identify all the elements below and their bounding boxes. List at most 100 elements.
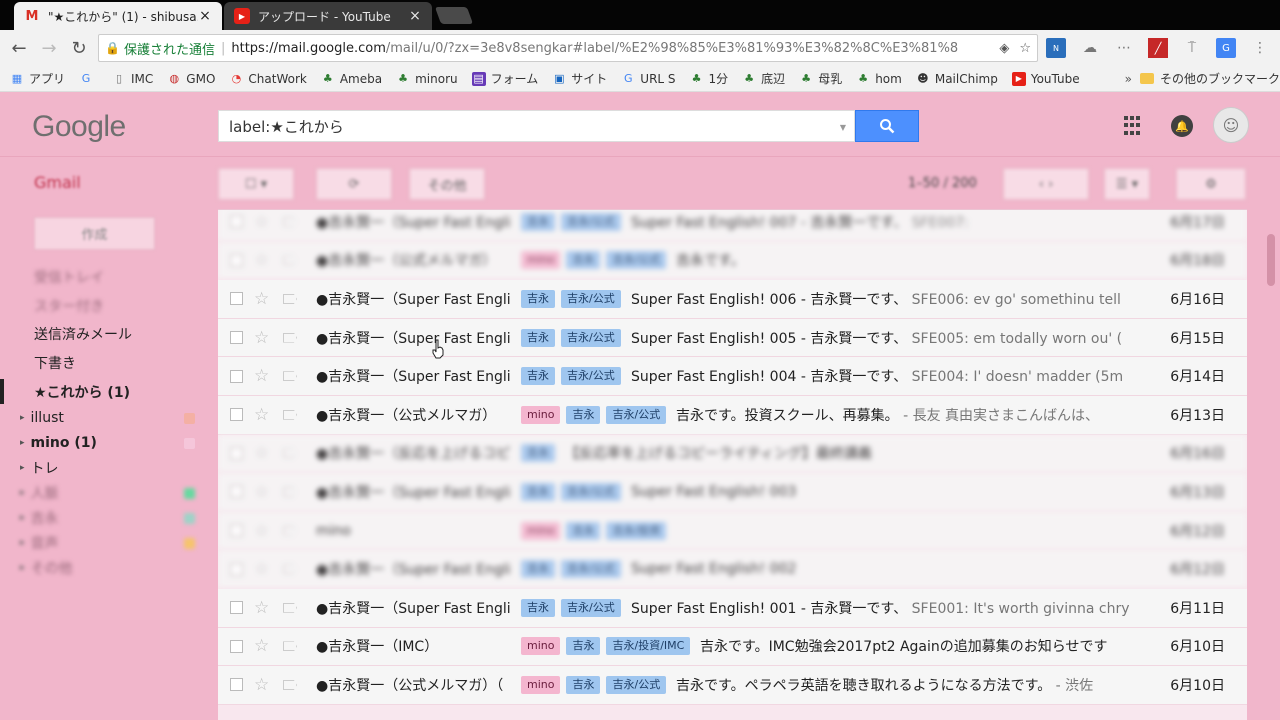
importance-marker-icon[interactable]: [283, 602, 297, 613]
importance-marker-icon[interactable]: [283, 255, 297, 266]
view-icon[interactable]: ◈: [999, 41, 1009, 56]
label-chip[interactable]: 吉永: [521, 367, 555, 386]
pager-prev-next[interactable]: ‹ ›: [1003, 168, 1089, 200]
translate-icon[interactable]: G: [1216, 38, 1236, 58]
notification-bell-icon[interactable]: 🔔: [1171, 115, 1193, 137]
expand-arrow-icon[interactable]: ▸: [20, 463, 25, 473]
sidebar-label-item[interactable]: ▸ illust: [0, 406, 218, 431]
label-chip[interactable]: 吉永: [566, 251, 601, 270]
row-checkbox[interactable]: [230, 292, 243, 306]
star-icon[interactable]: ☆: [254, 366, 269, 386]
star-icon[interactable]: ☆: [254, 521, 269, 541]
star-icon[interactable]: ☆: [254, 405, 269, 425]
label-color-swatch[interactable]: [184, 512, 195, 524]
expand-arrow-icon[interactable]: ▸: [20, 413, 25, 423]
bookmark-item[interactable]: ♣ 1分: [690, 70, 729, 87]
label-chip[interactable]: 吉永/公式: [561, 289, 621, 308]
label-chip[interactable]: 吉永: [521, 444, 555, 463]
bookmark-item[interactable]: ◔ ChatWork: [229, 72, 307, 86]
star-icon[interactable]: ☆: [254, 598, 269, 618]
star-icon[interactable]: ☆: [254, 443, 269, 463]
email-row[interactable]: ☆ ●吉永賢一（反応を上げるコピ 吉永 【反応率を上げるコピーライティング】最終講義 …: [218, 434, 1247, 474]
label-chip[interactable]: 吉永/公式: [606, 675, 667, 694]
email-row[interactable]: ☆ ●吉永賢一（Super Fast Engli 吉永 吉永/公式 Super Fast…: [218, 473, 1247, 512]
tab-youtube[interactable]: ▶ アップロード - YouTube ×: [224, 2, 432, 30]
row-checkbox[interactable]: [230, 639, 243, 653]
star-icon[interactable]: ☆: [254, 559, 269, 579]
sidebar-label-item[interactable]: ▸ その他: [0, 556, 218, 581]
bookmark-item[interactable]: ◍ GMO: [167, 72, 215, 86]
address-bar[interactable]: 🔒 保護された通信 | https://mail.google.com /mai…: [98, 34, 1038, 62]
row-checkbox[interactable]: [230, 215, 243, 229]
row-checkbox[interactable]: [230, 331, 243, 345]
label-chip[interactable]: 吉永/公式: [561, 598, 621, 617]
sidebar-item[interactable]: 送信済みメール: [0, 320, 218, 349]
label-chip[interactable]: mino: [521, 405, 561, 424]
star-icon[interactable]: ☆: [254, 636, 269, 656]
new-tab-button[interactable]: [434, 7, 474, 24]
menu-icon[interactable]: ⋮: [1250, 38, 1270, 58]
email-row[interactable]: ☆ ●吉永賢一（Super Fast Engli 吉永 吉永/公式 Super Fast…: [218, 550, 1247, 589]
label-chip[interactable]: 吉永/投資: [606, 521, 667, 540]
email-row[interactable]: ☆ ●吉永賢一（Super Fast Engli 吉永 吉永/公式 Super Fast…: [218, 210, 1247, 242]
importance-marker-icon[interactable]: [283, 409, 297, 420]
email-row[interactable]: ☆ ●吉永賢一（Super Fast Engli 吉永 吉永/公式 Super Fast…: [218, 280, 1247, 319]
label-chip[interactable]: 吉永: [521, 560, 555, 579]
label-chip[interactable]: 吉永/公式: [561, 482, 621, 501]
pin-icon[interactable]: ⍑: [1182, 38, 1202, 58]
back-button[interactable]: ←: [4, 33, 34, 63]
importance-marker-icon[interactable]: [283, 679, 297, 690]
forward-button[interactable]: →: [34, 33, 64, 63]
avatar[interactable]: ☺: [1213, 107, 1249, 143]
star-icon[interactable]: ☆: [254, 328, 269, 348]
importance-marker-icon[interactable]: [283, 641, 297, 652]
label-chip[interactable]: mino: [521, 521, 561, 540]
importance-marker-icon[interactable]: [283, 332, 297, 343]
label-chip[interactable]: 吉永/公式: [606, 251, 667, 270]
star-icon[interactable]: ☆: [254, 675, 269, 695]
reload-button[interactable]: ↻: [64, 33, 94, 63]
importance-marker-icon[interactable]: [283, 293, 297, 304]
email-row[interactable]: ☆ ●吉永賢一（IMC） mino 吉永 吉永/投資/IMC 吉永です。IMC勉強会201…: [218, 627, 1247, 667]
email-row[interactable]: ☆ ●吉永賢一（公式メルマガ） mino 吉永 吉永/公式 吉永です。 6月18日: [218, 241, 1247, 281]
scrollbar[interactable]: [1267, 234, 1275, 286]
refresh-button[interactable]: ⟳: [316, 168, 392, 200]
bookmark-item[interactable]: ♣ Ameba: [321, 72, 382, 86]
compose-button[interactable]: 作成: [34, 217, 155, 250]
email-row[interactable]: ☆ ●吉永賢一（公式メルマガ） mino 吉永 吉永/公式 吉永です。投資スクール、再募集…: [218, 396, 1247, 435]
email-row[interactable]: ☆ ●吉永賢一（公式メルマガ）（ mino 吉永 吉永/公式 吉永です。ペラペラ英語を聴き…: [218, 666, 1247, 705]
expand-arrow-icon[interactable]: ▸: [20, 488, 25, 498]
row-checkbox[interactable]: [230, 524, 243, 538]
row-checkbox[interactable]: [230, 408, 243, 422]
label-chip[interactable]: 吉永/公式: [561, 560, 621, 579]
row-checkbox[interactable]: [230, 601, 243, 615]
label-chip[interactable]: 吉永: [566, 675, 601, 694]
tab-gmail[interactable]: M "★これから" (1) - shibusa.i ×: [14, 2, 222, 30]
label-chip[interactable]: 吉永: [521, 328, 555, 347]
row-checkbox[interactable]: [230, 485, 243, 499]
label-chip[interactable]: 吉永/公式: [606, 405, 667, 424]
sidebar-label-item[interactable]: ▸ 人脈: [0, 481, 218, 506]
more-bookmarks-button[interactable]: »: [1125, 72, 1132, 86]
apps-grid-icon[interactable]: [1124, 116, 1144, 136]
row-checkbox[interactable]: [230, 253, 243, 267]
row-checkbox[interactable]: [230, 678, 243, 692]
search-input[interactable]: label:★これから ▼: [218, 110, 855, 142]
label-chip[interactable]: 吉永: [566, 521, 601, 540]
close-icon[interactable]: ×: [408, 8, 422, 24]
importance-marker-icon[interactable]: [283, 525, 297, 536]
label-color-swatch[interactable]: [184, 537, 195, 549]
sidebar-item[interactable]: ★これから (1): [0, 377, 218, 406]
star-icon[interactable]: ☆: [254, 289, 269, 309]
label-chip[interactable]: mino: [521, 637, 561, 656]
google-logo[interactable]: Google: [32, 110, 126, 144]
email-row[interactable]: ☆ ●吉永賢一（Super Fast Engli 吉永 吉永/公式 Super Fast…: [218, 318, 1247, 358]
settings-button[interactable]: ⚙: [1176, 168, 1246, 200]
other-bookmarks[interactable]: その他のブックマーク: [1139, 70, 1280, 87]
label-chip[interactable]: 吉永/投資/IMC: [606, 637, 691, 656]
select-button[interactable]: ☐ ▾: [218, 168, 294, 200]
sidebar-label-item[interactable]: ▸ 音声: [0, 531, 218, 556]
bookmark-item[interactable]: ☻ MailChimp: [916, 72, 998, 86]
importance-marker-icon[interactable]: [283, 216, 297, 227]
email-row[interactable]: ☆ mino mino 吉永 吉永/投資 6月12日: [218, 511, 1247, 551]
